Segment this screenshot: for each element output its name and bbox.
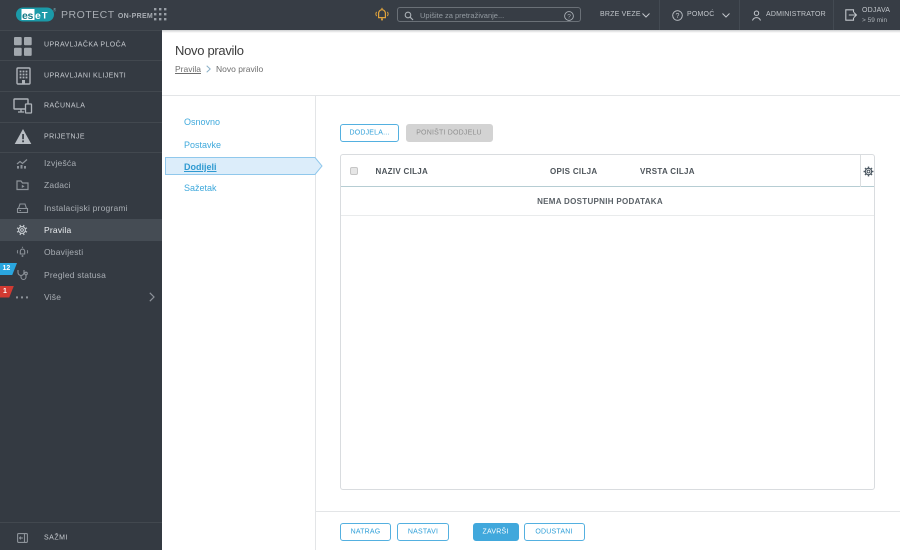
svg-text:es: es [22, 10, 34, 22]
svg-text:?: ? [567, 13, 571, 20]
svg-text:®: ® [53, 7, 56, 13]
svg-text:T: T [42, 11, 48, 22]
svg-text:e: e [35, 10, 41, 22]
svg-text:?: ? [676, 13, 680, 20]
